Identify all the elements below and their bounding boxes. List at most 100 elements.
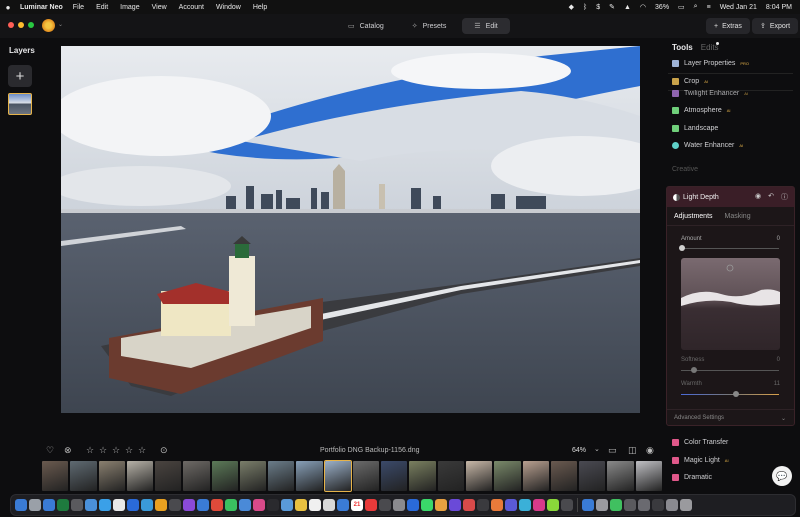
- star-2-icon[interactable]: ☆: [99, 445, 107, 456]
- menu-account[interactable]: Account: [179, 4, 204, 11]
- tool-atmosphere[interactable]: Atmosphere AI: [672, 107, 731, 114]
- minimize-window-button[interactable]: [18, 22, 24, 28]
- main-photo-canvas[interactable]: [61, 46, 640, 413]
- tool-magic-light[interactable]: Magic Light AI: [672, 457, 729, 464]
- dock-app-icon[interactable]: [15, 499, 27, 511]
- dock-app-icon[interactable]: [155, 499, 167, 511]
- bluetooth-icon[interactable]: ᛒ: [583, 4, 587, 11]
- filmstrip-thumbnail[interactable]: [409, 461, 436, 491]
- dock-app-icon[interactable]: [183, 499, 195, 511]
- dock-app-icon[interactable]: [666, 499, 678, 511]
- menu-file[interactable]: File: [73, 4, 84, 11]
- tool-crop[interactable]: Crop AI: [672, 78, 708, 85]
- dock-app-icon[interactable]: [43, 499, 55, 511]
- search-icon[interactable]: ⌕: [694, 3, 698, 11]
- favorite-heart-icon[interactable]: ♡: [46, 445, 54, 456]
- dock-app-icon[interactable]: [71, 499, 83, 511]
- subtab-masking[interactable]: Masking: [725, 213, 751, 220]
- dock-app-icon[interactable]: [337, 499, 349, 511]
- filmstrip-thumbnail[interactable]: [296, 461, 323, 491]
- light-depth-header[interactable]: Light Depth ◉ ↶ ⓘ: [667, 187, 794, 207]
- amount-slider-track[interactable]: [681, 248, 779, 249]
- tool-twilight-enhancer[interactable]: Twilight Enhancer AI: [672, 90, 748, 97]
- dock-app-icon[interactable]: [533, 499, 545, 511]
- filmstrip-thumbnail[interactable]: [550, 461, 578, 491]
- menu-help[interactable]: Help: [253, 4, 267, 11]
- dock-app-icon[interactable]: [421, 499, 433, 511]
- menu-view[interactable]: View: [152, 4, 167, 11]
- preview-eye-icon[interactable]: ◉: [646, 445, 654, 456]
- add-layer-button[interactable]: +: [8, 65, 32, 87]
- dock-app-icon[interactable]: [113, 499, 125, 511]
- dock-app-icon[interactable]: [519, 499, 531, 511]
- time[interactable]: 8:04 PM: [766, 4, 792, 11]
- light-depth-preview[interactable]: [681, 258, 780, 350]
- filmstrip-toggle-icon[interactable]: ▭: [608, 445, 617, 456]
- dock-app-icon[interactable]: [379, 499, 391, 511]
- dock-app-icon[interactable]: [141, 499, 153, 511]
- filmstrip-thumbnail[interactable]: [211, 461, 238, 491]
- dock-app-icon[interactable]: [57, 499, 69, 511]
- wifi-icon[interactable]: ◠: [640, 3, 646, 11]
- filmstrip-thumbnail[interactable]: [183, 461, 210, 491]
- dock-app-icon[interactable]: [85, 499, 97, 511]
- filmstrip-thumbnail[interactable]: [98, 461, 125, 491]
- filmstrip-thumbnail[interactable]: [42, 461, 69, 491]
- star-3-icon[interactable]: ☆: [112, 445, 120, 456]
- calendar-app-icon[interactable]: 21: [351, 499, 363, 511]
- filmstrip-thumbnail[interactable]: [579, 461, 606, 491]
- dock-app-icon[interactable]: [638, 499, 650, 511]
- dock-app-icon[interactable]: [449, 499, 461, 511]
- close-window-button[interactable]: [8, 22, 14, 28]
- export-button[interactable]: ⇪ Export: [752, 18, 799, 34]
- dock-app-icon[interactable]: [561, 499, 573, 511]
- dock-app-icon[interactable]: [407, 499, 419, 511]
- dock-app-icon[interactable]: [624, 499, 636, 511]
- dock-app-icon[interactable]: [309, 499, 321, 511]
- compare-icon[interactable]: ◫: [628, 445, 637, 456]
- apple-menu-icon[interactable]: ●: [0, 3, 16, 12]
- dock-app-icon[interactable]: [463, 499, 475, 511]
- filmstrip-thumbnail[interactable]: [437, 461, 464, 491]
- chevron-down-icon[interactable]: ⌄: [781, 415, 786, 422]
- dock-app-icon[interactable]: [505, 499, 517, 511]
- filmstrip-thumbnail[interactable]: [155, 461, 182, 491]
- zoom-level[interactable]: 64%: [572, 447, 586, 454]
- dropbox-icon[interactable]: ◆: [569, 3, 574, 11]
- dock-app-icon[interactable]: [680, 499, 692, 511]
- date[interactable]: Wed Jan 21: [720, 4, 757, 11]
- dock-app-icon[interactable]: [610, 499, 622, 511]
- menu-edit[interactable]: Edit: [96, 4, 108, 11]
- filmstrip-thumbnail[interactable]: [607, 461, 634, 491]
- layer-thumbnail[interactable]: [8, 93, 32, 115]
- reject-icon[interactable]: ⊗: [64, 445, 72, 456]
- dock-app-icon[interactable]: [127, 499, 139, 511]
- filmstrip-thumbnail[interactable]: [268, 461, 295, 491]
- tab-edit[interactable]: ☰ Edit: [462, 18, 510, 34]
- luminar-logo-icon[interactable]: [42, 19, 55, 32]
- tab-tools[interactable]: Tools: [672, 43, 693, 52]
- more-icon[interactable]: ⊙: [160, 445, 168, 456]
- dock-app-icon[interactable]: [169, 499, 181, 511]
- filmstrip-thumbnail[interactable]: [126, 461, 154, 491]
- filmstrip-thumbnail[interactable]: [352, 461, 380, 491]
- status-icon[interactable]: $: [596, 4, 600, 11]
- filmstrip-thumbnail[interactable]: [494, 461, 521, 491]
- info-icon[interactable]: ⓘ: [781, 192, 788, 202]
- dock-app-icon[interactable]: [652, 499, 664, 511]
- app-menu[interactable]: Luminar Neo: [20, 4, 63, 11]
- dock-app-icon[interactable]: [323, 499, 335, 511]
- chat-support-button[interactable]: 💬: [772, 466, 792, 486]
- tool-layer-properties[interactable]: Layer Properties PRO: [672, 60, 749, 67]
- filmstrip-thumbnail[interactable]: [381, 461, 408, 491]
- battery-icon[interactable]: ▭: [678, 3, 685, 11]
- star-5-icon[interactable]: ☆: [138, 445, 146, 456]
- dock-app-icon[interactable]: [29, 499, 41, 511]
- tab-catalog[interactable]: ▭ Catalog: [336, 18, 396, 34]
- dock-app-icon[interactable]: [491, 499, 503, 511]
- dock-app-icon[interactable]: [211, 499, 223, 511]
- dock-app-icon[interactable]: [197, 499, 209, 511]
- tool-color-transfer[interactable]: Color Transfer: [672, 439, 728, 446]
- tool-landscape[interactable]: Landscape: [672, 125, 718, 132]
- advanced-settings-toggle[interactable]: Advanced Settings: [674, 415, 724, 421]
